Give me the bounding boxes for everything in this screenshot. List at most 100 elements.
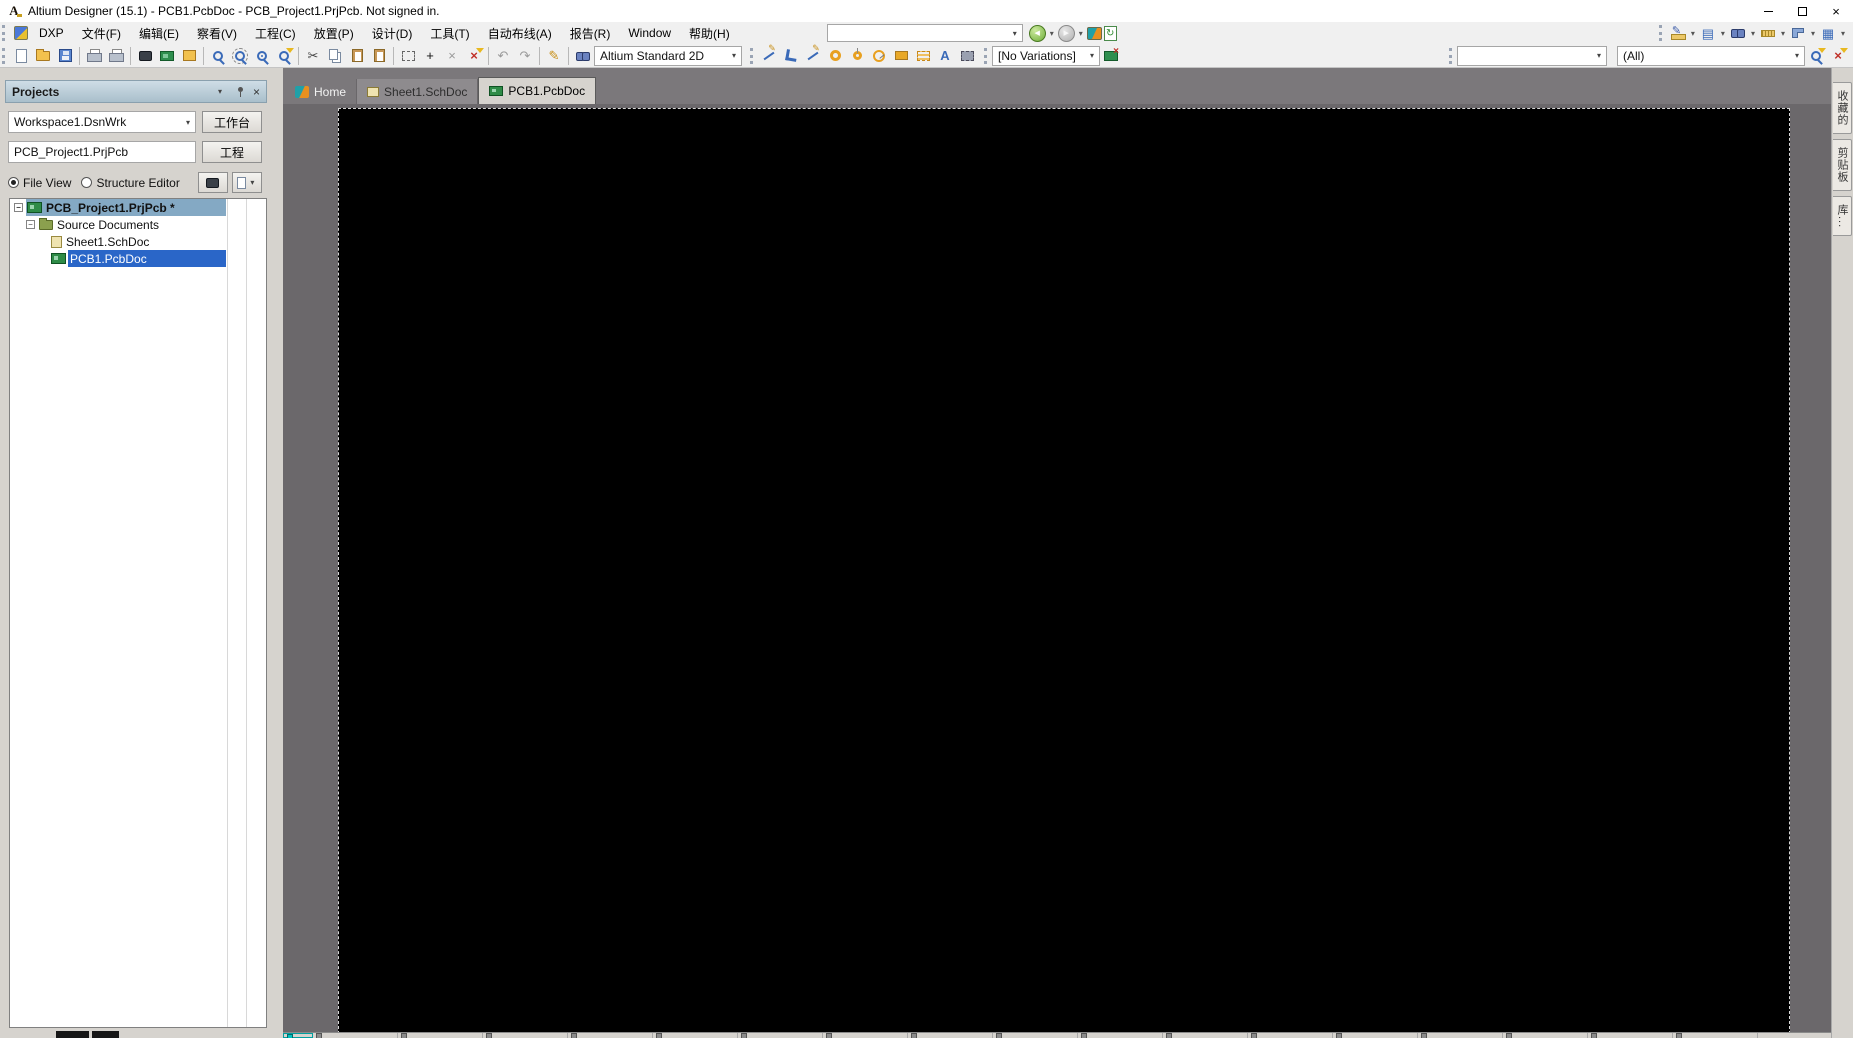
- layer-tab[interactable]: [1503, 1033, 1588, 1038]
- arc-icon[interactable]: [868, 46, 890, 66]
- home-icon[interactable]: [1086, 26, 1102, 40]
- menu-dxp[interactable]: DXP: [30, 22, 73, 44]
- deselect-icon[interactable]: ×: [441, 46, 463, 66]
- toolbar-grip[interactable]: [1449, 47, 1454, 64]
- refresh-document-icon[interactable]: ↻: [1103, 25, 1117, 41]
- document-options-button[interactable]: ▾: [231, 172, 262, 193]
- grid-tools-icon[interactable]: ▦: [1817, 23, 1839, 43]
- chevron-down-icon[interactable]: ▾: [1689, 29, 1697, 38]
- pcb-board-area[interactable]: [338, 108, 1790, 1032]
- layer-tab[interactable]: [1163, 1033, 1248, 1038]
- project-name-field[interactable]: PCB_Project1.PrjPcb: [8, 141, 196, 163]
- clear-filter-icon[interactable]: ×: [463, 46, 485, 66]
- device-sheet-button[interactable]: [197, 172, 228, 193]
- chevron-down-icon[interactable]: ▾: [1809, 29, 1817, 38]
- layer-tabs-strip[interactable]: [283, 1032, 1831, 1038]
- room-tools-icon[interactable]: [1787, 23, 1809, 43]
- panel-tab-clipboard[interactable]: 剪贴板: [1833, 139, 1852, 191]
- dxp-icon[interactable]: [14, 26, 28, 40]
- layer-tab[interactable]: [993, 1033, 1078, 1038]
- annotate-icon[interactable]: ✎: [543, 46, 565, 66]
- minimize-button[interactable]: [1751, 0, 1785, 22]
- chevron-down-icon[interactable]: ▾: [1779, 29, 1787, 38]
- via-icon[interactable]: [846, 46, 868, 66]
- layer-tab[interactable]: [283, 1033, 313, 1038]
- chevron-down-icon[interactable]: ▾: [1085, 47, 1099, 65]
- panel-close-icon[interactable]: ×: [253, 85, 260, 99]
- maximize-button[interactable]: [1785, 0, 1819, 22]
- forward-history-chevron-icon[interactable]: ▾: [1077, 29, 1085, 38]
- mask-level-combo[interactable]: ▾: [1457, 45, 1607, 66]
- paste-special-icon[interactable]: [368, 46, 390, 66]
- save-icon[interactable]: [54, 46, 76, 66]
- component-icon[interactable]: [956, 46, 978, 66]
- print-preview-icon[interactable]: [105, 46, 127, 66]
- layer-tab[interactable]: [483, 1033, 568, 1038]
- back-icon[interactable]: ◀: [1028, 24, 1046, 42]
- menu-view[interactable]: 察看(V): [188, 22, 246, 44]
- menu-autoroute[interactable]: 自动布线(A): [479, 22, 561, 44]
- route-icon[interactable]: [780, 46, 802, 66]
- tab-sheet1-schdoc[interactable]: Sheet1.SchDoc: [356, 79, 479, 104]
- pin-icon[interactable]: [235, 86, 245, 98]
- differential-pair-routing-icon[interactable]: [802, 46, 824, 66]
- layer-tab[interactable]: [738, 1033, 823, 1038]
- move-icon[interactable]: +: [419, 46, 441, 66]
- menu-place[interactable]: 放置(P): [305, 22, 363, 44]
- toolbar-grip[interactable]: [1658, 25, 1664, 41]
- string-icon[interactable]: A: [934, 46, 956, 66]
- toolbar-grip[interactable]: [984, 47, 989, 64]
- chevron-down-icon[interactable]: ▾: [1790, 47, 1804, 65]
- open-document-icon[interactable]: [32, 46, 54, 66]
- fill-icon[interactable]: [890, 46, 912, 66]
- toolbar-grip[interactable]: [750, 47, 755, 64]
- layer-tab[interactable]: [908, 1033, 993, 1038]
- tree-item-pcbdoc[interactable]: PCB1.PcbDoc: [10, 250, 266, 267]
- device-view-icon[interactable]: [134, 46, 156, 66]
- layer-tab[interactable]: [1418, 1033, 1503, 1038]
- drawing-tools-icon[interactable]: [1667, 23, 1689, 43]
- back-history-chevron-icon[interactable]: ▾: [1048, 29, 1056, 38]
- menu-edit[interactable]: 编辑(E): [130, 22, 188, 44]
- menu-design[interactable]: 设计(D): [363, 22, 422, 44]
- print-icon[interactable]: [83, 46, 105, 66]
- dimension-tools-icon[interactable]: [1757, 23, 1779, 43]
- browse-components-icon[interactable]: [572, 46, 594, 66]
- find-tools-icon[interactable]: [1727, 23, 1749, 43]
- chevron-down-icon[interactable]: ▾: [1749, 29, 1757, 38]
- layer-tab[interactable]: [398, 1033, 483, 1038]
- chevron-down-icon[interactable]: ▾: [181, 112, 195, 132]
- view-configuration-combo[interactable]: Altium Standard 2D ▾: [594, 45, 742, 66]
- zoom-point-icon[interactable]: [251, 46, 273, 66]
- align-tools-icon[interactable]: ▤: [1697, 23, 1719, 43]
- variant-board-icon[interactable]: [1100, 46, 1122, 66]
- forward-icon[interactable]: ▶: [1057, 24, 1075, 42]
- chevron-down-icon[interactable]: ▾: [1719, 29, 1727, 38]
- panel-menu-chevron-icon[interactable]: ▾: [213, 87, 227, 96]
- paste-icon[interactable]: [346, 46, 368, 66]
- panel-tab-libraries[interactable]: 库...: [1833, 196, 1852, 237]
- pad-icon[interactable]: [824, 46, 846, 66]
- menu-help[interactable]: 帮助(H): [680, 22, 739, 44]
- pcb-editor-canvas[interactable]: [283, 104, 1831, 1032]
- structure-editor-radio[interactable]: [81, 177, 93, 188]
- pcb-release-view-icon[interactable]: [156, 46, 178, 66]
- project-button[interactable]: 工程: [202, 141, 262, 163]
- select-area-icon[interactable]: [397, 46, 419, 66]
- close-button[interactable]: ×: [1819, 0, 1853, 22]
- copy-icon[interactable]: [324, 46, 346, 66]
- file-view-radio[interactable]: [8, 177, 19, 188]
- layer-tab[interactable]: [1588, 1033, 1673, 1038]
- tab-home[interactable]: Home: [285, 79, 356, 104]
- interactive-routing-icon[interactable]: [758, 46, 780, 66]
- fit-document-icon[interactable]: [207, 46, 229, 66]
- toolbar-grip[interactable]: [2, 25, 7, 41]
- layer-tab[interactable]: [1078, 1033, 1163, 1038]
- zoom-selected-icon[interactable]: [273, 46, 295, 66]
- variations-combo[interactable]: [No Variations] ▾: [992, 45, 1100, 66]
- filter-scope-combo[interactable]: (All) ▾: [1617, 45, 1805, 66]
- chevron-down-icon[interactable]: ▾: [727, 47, 741, 65]
- navigation-address-combo[interactable]: ▾: [826, 24, 1023, 42]
- cut-icon[interactable]: ✂: [302, 46, 324, 66]
- layer-tab[interactable]: [1673, 1033, 1758, 1038]
